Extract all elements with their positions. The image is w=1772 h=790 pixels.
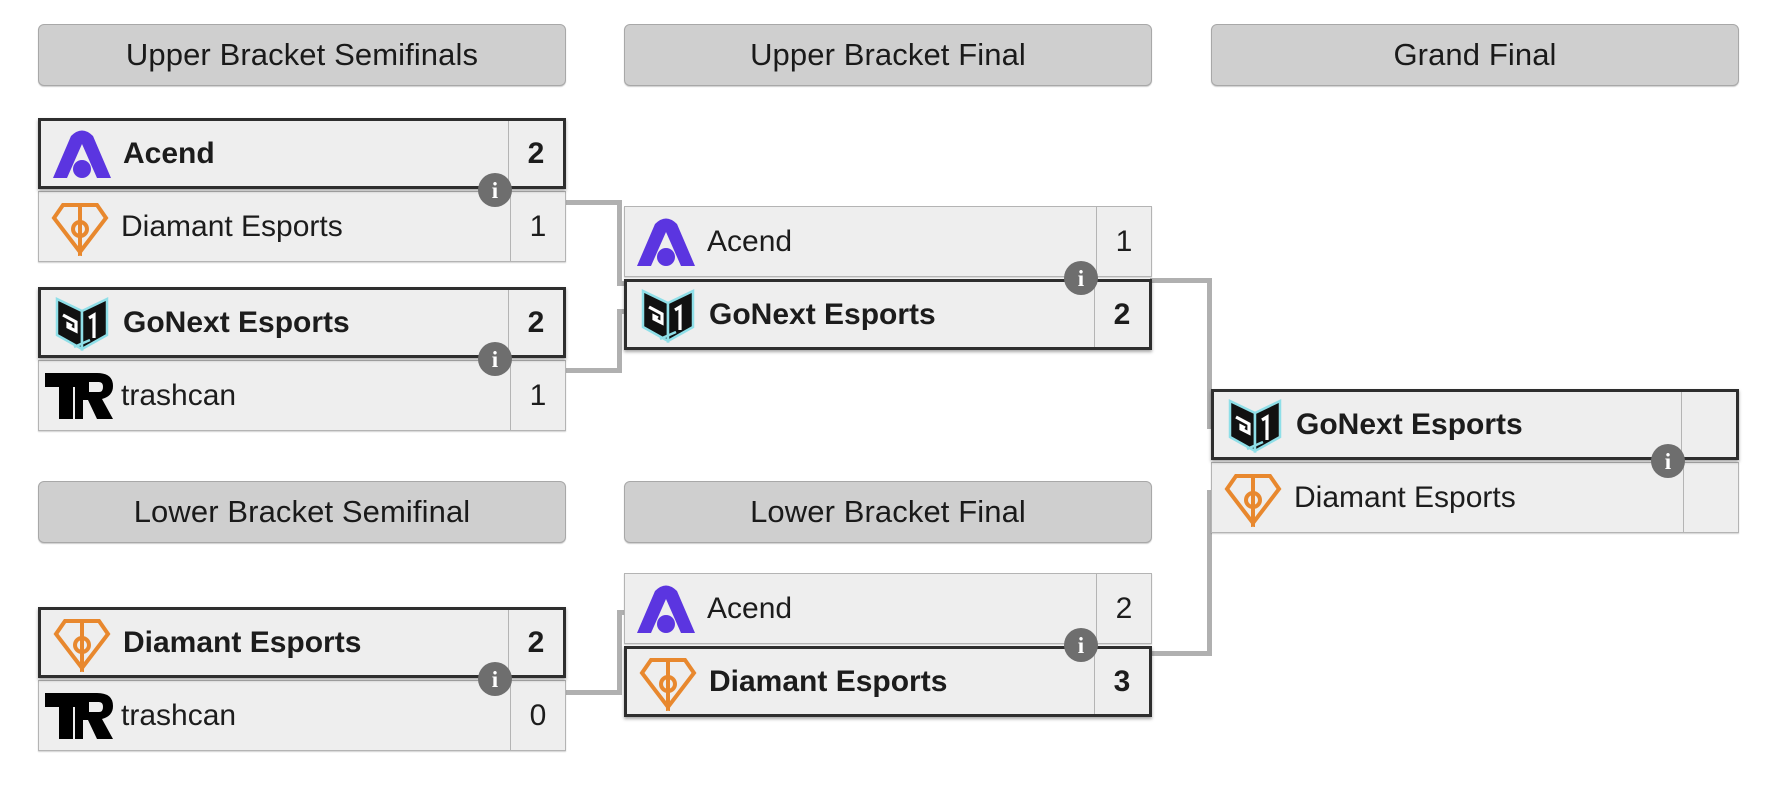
match-gf-1[interactable]: GoNext Esports Diamant Esports i <box>1211 389 1739 533</box>
acend-logo <box>41 121 119 186</box>
connector-ubf-out <box>1150 278 1212 283</box>
team-score: 1 <box>510 361 565 430</box>
team-score: 2 <box>1094 282 1149 347</box>
diamant-logo <box>41 610 119 675</box>
trashcan-logo <box>39 361 117 430</box>
match-info-icon[interactable]: i <box>478 173 512 207</box>
match-info-icon[interactable]: i <box>1064 628 1098 662</box>
team-name: Diamant Esports <box>709 664 948 698</box>
team-name: Acend <box>707 224 793 258</box>
connector-ubsf2-vert <box>617 311 622 371</box>
acend-logo <box>625 574 703 643</box>
match-lbf-1[interactable]: Acend 2 Diamant Esports 3 i <box>624 573 1152 717</box>
match-info-icon[interactable]: i <box>478 342 512 376</box>
team-score <box>1681 392 1736 457</box>
match-ubsf-1[interactable]: Acend 2 Diamant Esports 1 i <box>38 118 566 262</box>
round-header-upper-bracket-final: Upper Bracket Final <box>624 24 1152 86</box>
round-header-lower-bracket-final: Lower Bracket Final <box>624 481 1152 543</box>
diamant-logo <box>39 192 117 261</box>
match-info-icon[interactable]: i <box>1064 261 1098 295</box>
team-score: 2 <box>1096 574 1151 643</box>
team-name: GoNext Esports <box>1296 407 1523 441</box>
team-name: Diamant Esports <box>1294 480 1516 514</box>
team-name: Diamant Esports <box>123 625 362 659</box>
connector-ubsf1-out <box>566 200 622 205</box>
team-score: 2 <box>508 290 563 355</box>
team-score <box>1683 463 1738 532</box>
connector-ubsf2-out <box>566 368 622 373</box>
gonext-logo <box>627 282 705 347</box>
trashcan-logo <box>39 681 117 750</box>
gonext-logo <box>41 290 119 355</box>
team-name: Acend <box>123 136 215 170</box>
match-info-icon[interactable]: i <box>1651 444 1685 478</box>
connector-lbsf-vert <box>617 612 622 694</box>
diamant-logo <box>1212 463 1290 532</box>
round-header-grand-final: Grand Final <box>1211 24 1739 86</box>
team-score: 2 <box>508 610 563 675</box>
team-score: 3 <box>1094 649 1149 714</box>
team-name: Acend <box>707 591 793 625</box>
match-ubsf-2[interactable]: GoNext Esports 2 trashcan 1 i <box>38 287 566 431</box>
team-score: 1 <box>510 192 565 261</box>
team-name: trashcan <box>121 698 237 732</box>
match-ubf-1[interactable]: Acend 1 GoNext Esports 2 i <box>624 206 1152 350</box>
connector-ubsf1-vert <box>617 200 622 285</box>
round-header-upper-bracket-semifinals: Upper Bracket Semifinals <box>38 24 566 86</box>
round-header-lower-bracket-semifinal: Lower Bracket Semifinal <box>38 481 566 543</box>
team-name: GoNext Esports <box>123 305 350 339</box>
team-score: 2 <box>508 121 563 186</box>
gonext-logo <box>1214 392 1292 457</box>
team-score: 0 <box>510 681 565 750</box>
acend-logo <box>625 207 703 276</box>
team-score: 1 <box>1096 207 1151 276</box>
match-lbsf-1[interactable]: Diamant Esports 2 trashcan 0 i <box>38 607 566 751</box>
team-name: trashcan <box>121 378 237 412</box>
team-name: GoNext Esports <box>709 297 936 331</box>
match-info-icon[interactable]: i <box>478 662 512 696</box>
tournament-bracket: Upper Bracket Semifinals Upper Bracket F… <box>0 0 1772 790</box>
diamant-logo <box>627 649 705 714</box>
connector-lbf-out <box>1150 651 1212 656</box>
connector-lbsf-out <box>566 690 622 695</box>
team-name: Diamant Esports <box>121 209 343 243</box>
